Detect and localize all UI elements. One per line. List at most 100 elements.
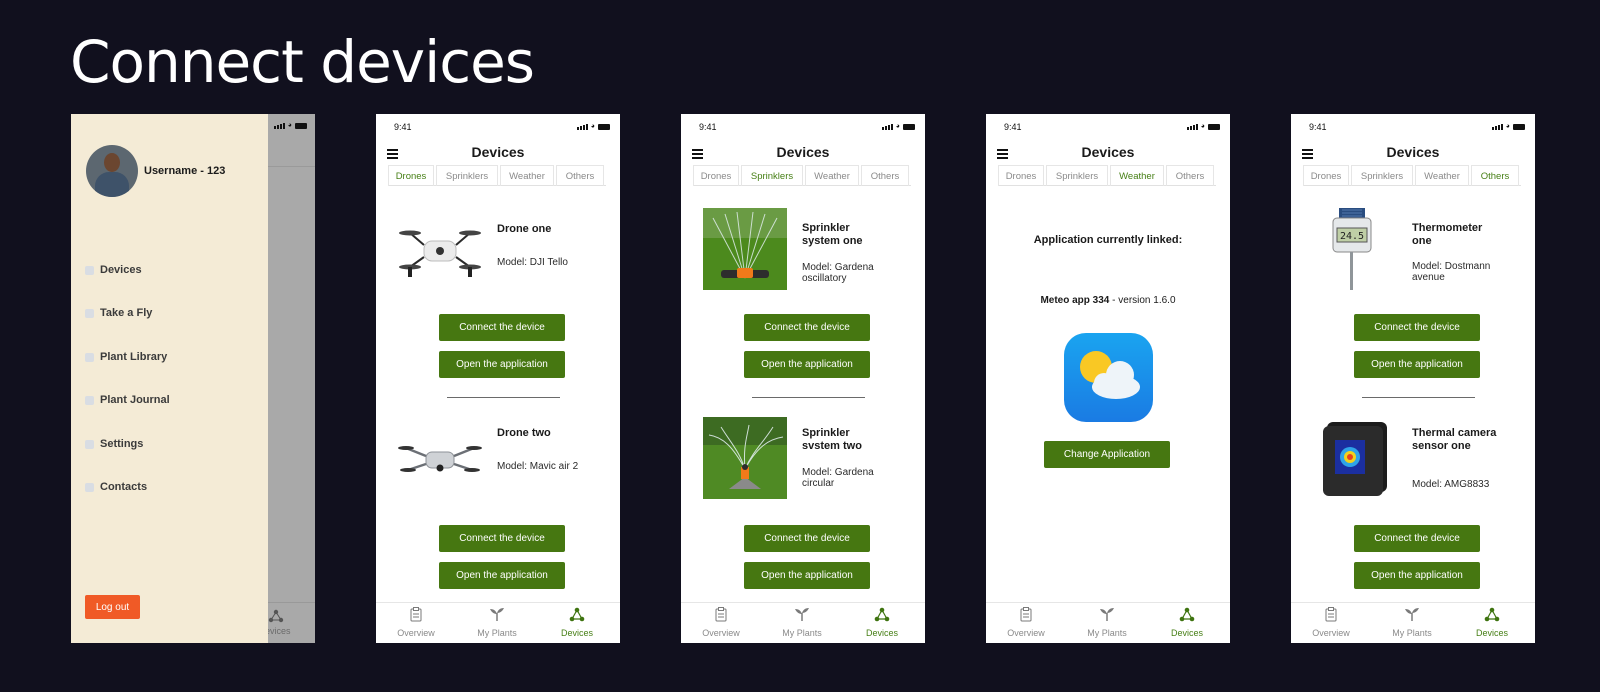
tab-sprinklers[interactable]: Sprinklers [741, 165, 803, 186]
tab-sprinklers[interactable]: Sprinklers [1046, 165, 1108, 186]
open-application-button[interactable]: Open the application [1354, 562, 1480, 589]
menu-item-take-a-fly[interactable]: Take a Fly [85, 303, 152, 323]
tab-bar: Drones Sprinklers Weather Others [998, 165, 1216, 186]
status-icons: ◕ [576, 123, 610, 130]
connect-device-button[interactable]: Connect the device [1354, 314, 1480, 341]
status-time: 9:41 [1004, 122, 1022, 132]
device-title: Sprinkler system one [802, 222, 863, 247]
screen-title: Devices [776, 144, 830, 160]
menu-item-plant-journal[interactable]: Plant Journal [85, 390, 170, 410]
signal-icon [576, 123, 588, 130]
divider [752, 397, 865, 398]
bullet-icon [85, 482, 94, 492]
connect-device-button[interactable]: Connect the device [1354, 525, 1480, 552]
nav-my-plants[interactable]: My Plants [772, 607, 832, 638]
tab-bar: Drones Sprinklers Weather Others [693, 165, 911, 186]
device-title: Drone one [497, 223, 552, 235]
tab-drones[interactable]: Drones [693, 165, 739, 186]
device-title: Sprinkler svstem two [802, 427, 862, 452]
username: Username - 123 [144, 165, 226, 177]
divider [447, 397, 560, 398]
menu-item-label: Contacts [100, 481, 148, 493]
battery-icon [295, 122, 307, 129]
nav-devices[interactable]: Devices [1462, 607, 1522, 638]
tab-drones[interactable]: Drones [1303, 165, 1349, 186]
bullet-icon [85, 439, 94, 449]
drone-one-image [399, 230, 481, 277]
thermometer-image: 24.5 [1332, 208, 1372, 290]
drones-screen: 9:41 ◕ Devices Drones Sprinklers Weather… [376, 114, 620, 643]
tab-others[interactable]: Others [861, 165, 909, 186]
weather-app-icon[interactable] [1064, 333, 1153, 422]
nav-devices[interactable]: Devices [1157, 607, 1217, 638]
tab-bar: Drones Sprinklers Weather Others [388, 165, 606, 186]
connect-device-button[interactable]: Connect the device [744, 314, 870, 341]
open-application-button[interactable]: Open the application [744, 351, 870, 378]
devices-icon [874, 607, 890, 622]
connect-device-button[interactable]: Connect the device [439, 525, 565, 552]
tab-drones[interactable]: Drones [388, 165, 434, 186]
clipboard-icon [410, 607, 422, 622]
menu-item-label: Settings [100, 438, 144, 450]
nav-label: Devices [865, 628, 898, 638]
status-time: 9:41 [699, 122, 717, 132]
open-application-button[interactable]: Open the application [744, 562, 870, 589]
nav-label-devices: evices [265, 626, 291, 636]
thermometer-display-value: 24.5 [1340, 231, 1364, 242]
open-application-button[interactable]: Open the application [439, 351, 565, 378]
tab-weather[interactable]: Weather [1110, 165, 1164, 186]
nav-devices[interactable]: Devices [852, 607, 912, 638]
tab-others[interactable]: Others [1166, 165, 1214, 186]
device-model: Model: Mavic air 2 [497, 461, 579, 472]
others-screen: 9:41 ◕ Devices Drones Sprinklers Weather… [1291, 114, 1535, 643]
nav-my-plants[interactable]: My Plants [1077, 607, 1137, 638]
tab-others[interactable]: Others [556, 165, 604, 186]
devices-icon [1179, 607, 1195, 622]
tab-others[interactable]: Others [1471, 165, 1519, 186]
menu-item-contacts[interactable]: Contacts [85, 477, 147, 497]
device-title: Thermal camera sensor one [1412, 427, 1497, 452]
tab-weather[interactable]: Weather [805, 165, 859, 186]
tab-sprinklers[interactable]: Sprinklers [1351, 165, 1413, 186]
signal-icon [273, 122, 285, 129]
devices-icon [1484, 607, 1500, 622]
logout-button[interactable]: Log out [85, 595, 140, 619]
device-title: Drone two [497, 427, 551, 439]
tab-drones[interactable]: Drones [998, 165, 1044, 186]
open-application-button[interactable]: Open the application [439, 562, 565, 589]
bottom-nav: Overview My Plants Devices [986, 602, 1230, 643]
linked-app-info: Meteo app 334 - version 1.6.0 [986, 295, 1230, 306]
tab-sprinklers[interactable]: Sprinklers [436, 165, 498, 186]
change-application-button[interactable]: Change Application [1044, 441, 1170, 468]
tab-weather[interactable]: Weather [1415, 165, 1469, 186]
nav-overview[interactable]: Overview [386, 607, 446, 638]
nav-my-plants[interactable]: My Plants [1382, 607, 1442, 638]
clipboard-icon [1325, 607, 1337, 622]
nav-devices[interactable]: Devices [547, 607, 607, 638]
menu-item-plant-library[interactable]: Plant Library [85, 347, 167, 367]
device-model: Model: DJI Tello [497, 257, 568, 268]
side-drawer: Username - 123 Devices Take a Fly Plant … [71, 114, 268, 643]
status-icons: ◕ [1491, 123, 1525, 130]
devices-icon [268, 609, 284, 623]
wifi-icon: ◕ [287, 122, 292, 129]
wifi-icon: ◕ [1200, 123, 1205, 130]
sun-cloud-icon [1080, 351, 1140, 399]
nav-label: My Plants [1392, 628, 1432, 638]
nav-overview[interactable]: Overview [691, 607, 751, 638]
tab-weather[interactable]: Weather [500, 165, 554, 186]
menu-item-devices[interactable]: Devices [85, 260, 142, 280]
status-icons: ◕ [881, 123, 915, 130]
connect-device-button[interactable]: Connect the device [744, 525, 870, 552]
nav-my-plants[interactable]: My Plants [467, 607, 527, 638]
nav-overview[interactable]: Overview [1301, 607, 1361, 638]
nav-overview[interactable]: Overview [996, 607, 1056, 638]
wifi-icon: ◕ [895, 123, 900, 130]
status-time: 9:41 [1309, 122, 1327, 132]
menu-item-settings[interactable]: Settings [85, 434, 143, 454]
plant-icon [1405, 608, 1419, 621]
connect-device-button[interactable]: Connect the device [439, 314, 565, 341]
device-model: Model: Dostmann avenue [1412, 261, 1491, 283]
menu-item-label: Plant Journal [100, 394, 170, 406]
open-application-button[interactable]: Open the application [1354, 351, 1480, 378]
